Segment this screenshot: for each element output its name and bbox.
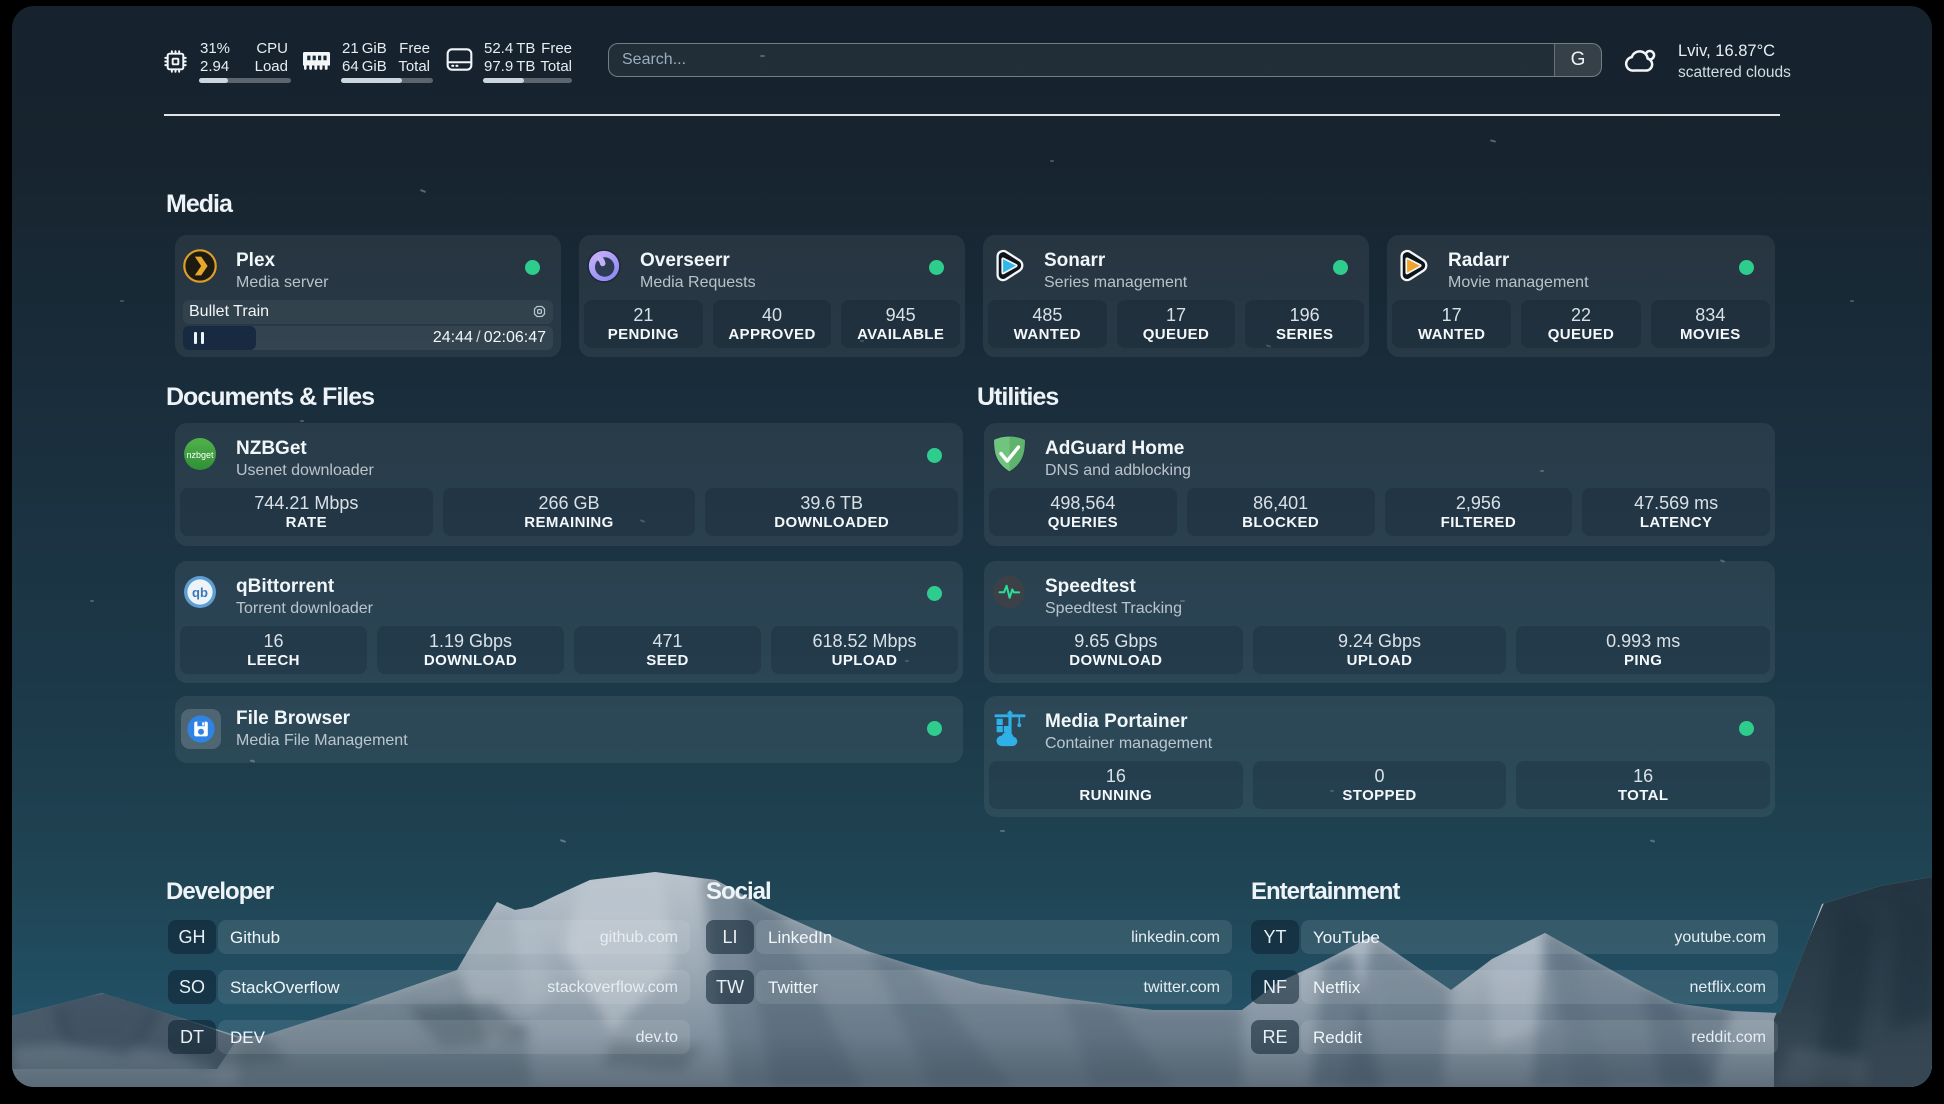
svg-text:nzbget: nzbget xyxy=(186,450,214,460)
svg-text:qb: qb xyxy=(192,585,208,600)
